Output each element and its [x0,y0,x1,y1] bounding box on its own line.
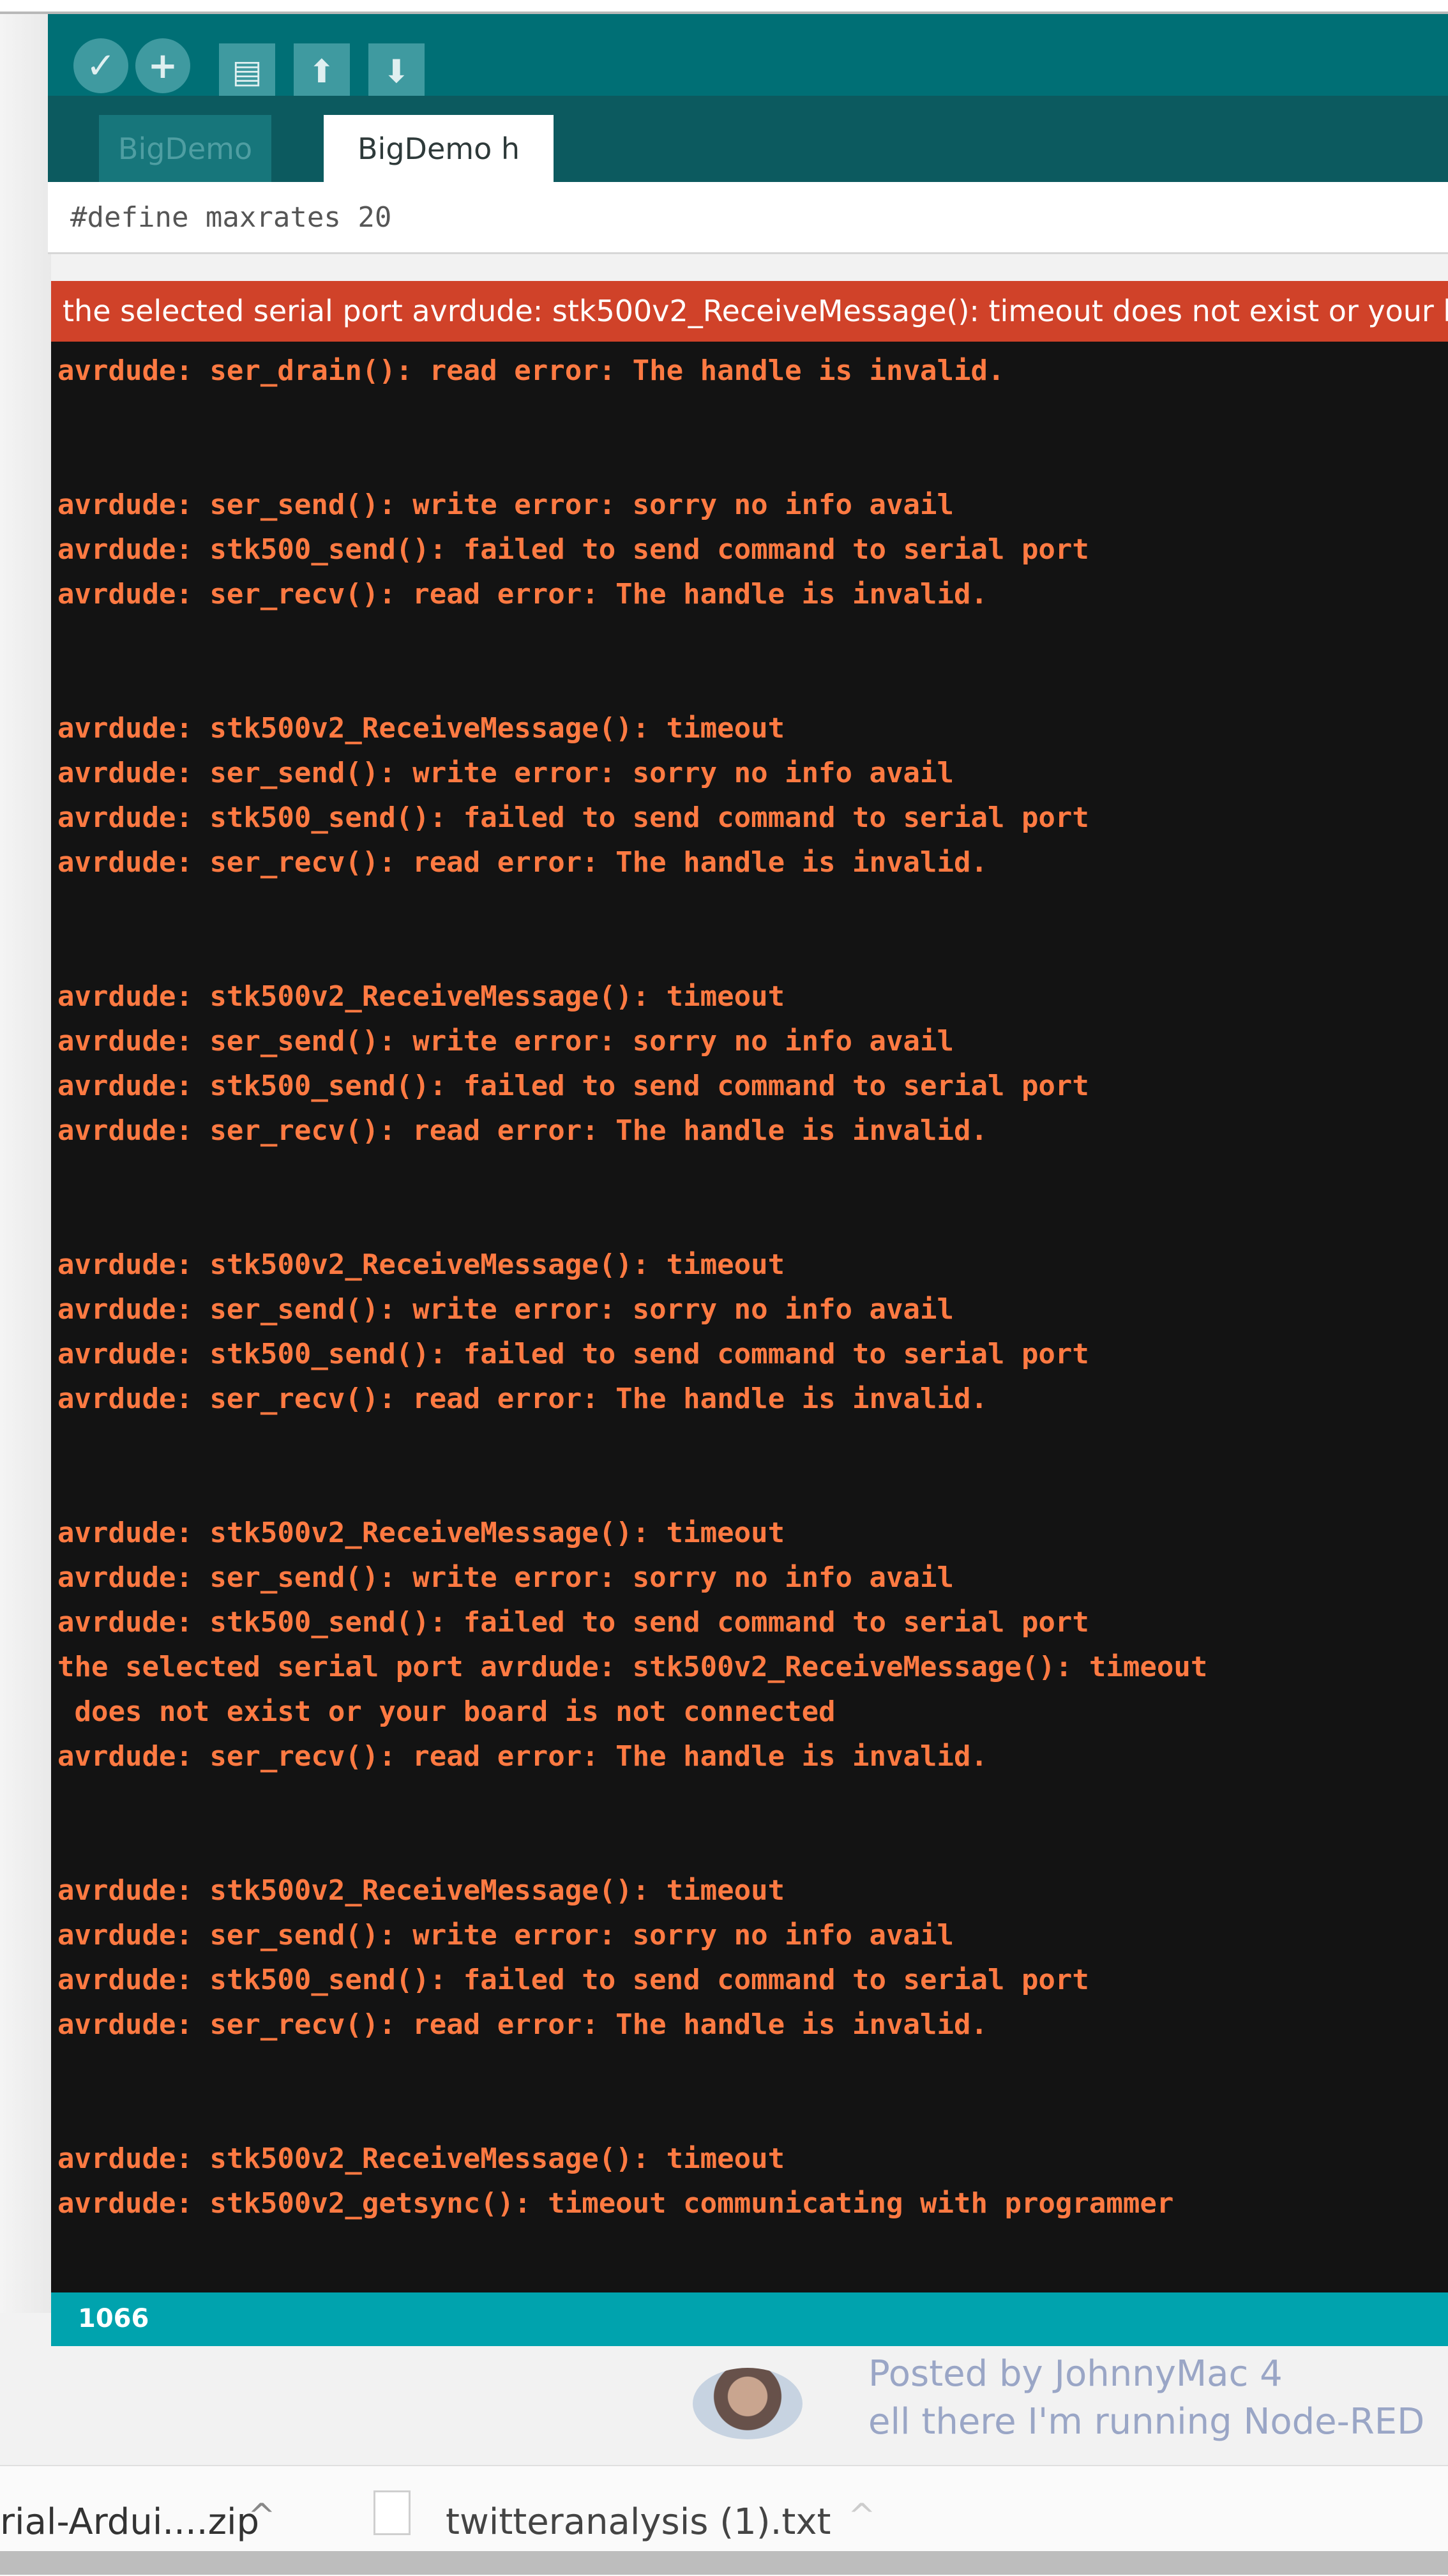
console-line: avrdude: ser_send(): write error: sorry … [57,1561,954,1594]
console-line: avrdude: stk500_send(): failed to send c… [57,801,1089,834]
plus-icon: + [147,45,178,87]
document-icon: ▤ [232,53,262,90]
background-page-text: Posted by JohnnyMac 4 [868,2353,1283,2395]
arrow-up-icon: ⬆ [308,53,335,90]
console-line: avrdude: stk500v2_ReceiveMessage(): time… [57,1248,785,1281]
chevron-up-icon[interactable]: ^ [848,2497,876,2535]
code-line: #define maxrates 20 [70,201,392,234]
console-line: avrdude: ser_recv(): read error: The han… [57,1740,988,1773]
console-line: avrdude: ser_send(): write error: sorry … [57,757,954,789]
console-line: avrdude: ser_send(): write error: sorry … [57,1025,954,1057]
check-icon: ✓ [86,45,116,87]
console-line: avrdude: stk500v2_ReceiveMessage(): time… [57,2142,785,2175]
status-bar: 1066 [51,2292,1448,2346]
download-item-zip[interactable]: rial-Ardui....zip [0,2501,259,2543]
console-line: avrdude: ser_drain(): read error: The ha… [57,354,1005,387]
console-line: avrdude: stk500v2_getsync(): timeout com… [57,2187,1174,2220]
console-line: avrdude: stk500_send(): failed to send c… [57,533,1089,566]
open-button[interactable]: ⬆ [294,43,350,100]
console-line: avrdude: stk500v2_ReceiveMessage(): time… [57,980,785,1013]
toolbar: ✓ + ▤ ⬆ ⬇ [48,14,1448,100]
verify-button[interactable]: ✓ [73,38,128,93]
code-editor[interactable]: #define maxrates 20 [48,182,1448,254]
line-number: 1066 [78,2304,149,2333]
console-output: avrdude: ser_drain(): read error: The ha… [51,342,1448,2292]
tab-bigdemo-h[interactable]: BigDemo h [324,115,554,182]
console-line: avrdude: stk500v2_ReceiveMessage(): time… [57,712,785,745]
console-line: avrdude: ser_recv(): read error: The han… [57,578,988,610]
console-line: avrdude: stk500v2_ReceiveMessage(): time… [57,1874,785,1907]
save-button[interactable]: ⬇ [368,43,425,100]
console-line: does not exist or your board is not conn… [57,1695,836,1728]
avatar [693,2368,803,2439]
console-line: avrdude: ser_recv(): read error: The han… [57,1114,988,1147]
upload-button[interactable]: + [135,38,190,93]
new-button[interactable]: ▤ [219,43,275,100]
taskbar-strip [0,2551,1448,2575]
console-line: avrdude: stk500_send(): failed to send c… [57,1070,1089,1102]
console-line: avrdude: stk500_send(): failed to send c… [57,1606,1089,1639]
console-line: avrdude: stk500_send(): failed to send c… [57,1338,1089,1370]
chevron-up-icon[interactable]: ^ [248,2497,276,2535]
error-banner: the selected serial port avrdude: stk500… [51,281,1448,342]
background-page-text: ell there I'm running Node-RED [868,2401,1425,2443]
tab-bar: BigDemo BigDemo h [48,96,1448,182]
console-line: avrdude: stk500v2_ReceiveMessage(): time… [57,1517,785,1549]
console-line: the selected serial port avrdude: stk500… [57,1651,1208,1683]
file-icon [373,2490,411,2535]
console-line: avrdude: ser_recv(): read error: The han… [57,846,988,879]
tab-bigdemo[interactable]: BigDemo [99,115,271,182]
console-line: avrdude: ser_send(): write error: sorry … [57,489,954,521]
console-line: avrdude: ser_recv(): read error: The han… [57,2008,988,2041]
console-line: avrdude: ser_send(): write error: sorry … [57,1293,954,1326]
console-line: avrdude: ser_recv(): read error: The han… [57,1383,988,1415]
download-item-txt[interactable]: twitteranalysis (1).txt [446,2501,831,2543]
arrow-down-icon: ⬇ [383,53,410,90]
menu-bar [0,0,1448,14]
console-line: avrdude: stk500_send(): failed to send c… [57,1964,1089,1996]
console-line: avrdude: ser_send(): write error: sorry … [57,1919,954,1951]
screen-edge [0,14,51,2313]
